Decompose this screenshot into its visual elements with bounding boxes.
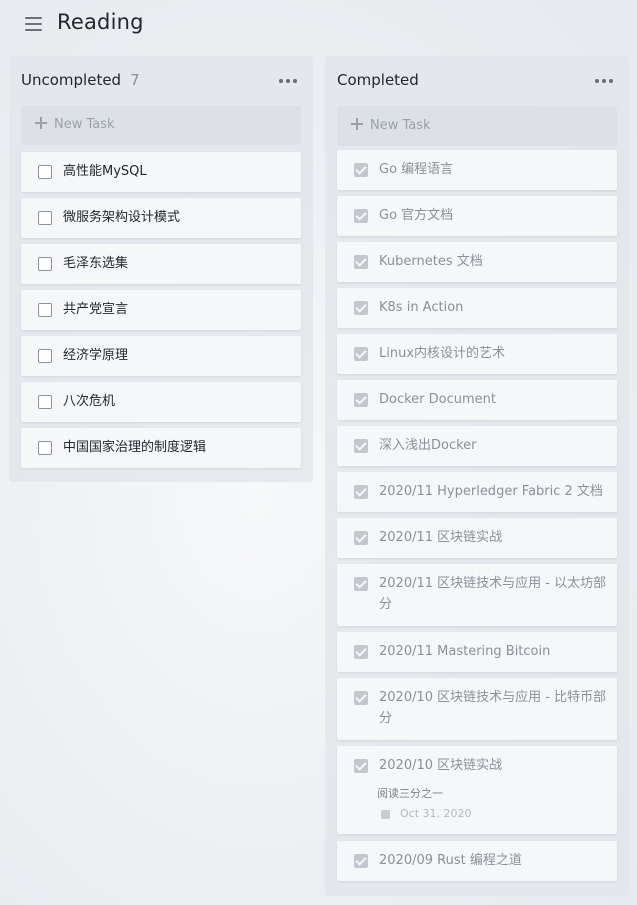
new-task-input[interactable]: New Task: [337, 106, 617, 146]
task-checkbox-checked[interactable]: [354, 691, 368, 705]
task-checkbox[interactable]: [38, 303, 52, 317]
task-title: 经济学原理: [63, 348, 129, 363]
task-card[interactable]: Docker Document: [337, 380, 617, 420]
task-checkbox-checked[interactable]: [354, 645, 368, 659]
new-task-input[interactable]: New Task: [21, 106, 301, 145]
column-header: Completed: [337, 71, 419, 91]
task-card[interactable]: Kubernetes 文档: [337, 242, 617, 282]
task-card[interactable]: 八次危机: [21, 382, 301, 422]
task-title: 高性能MySQL: [63, 164, 147, 179]
task-checkbox-checked[interactable]: [354, 531, 368, 545]
task-title: 八次危机: [63, 394, 116, 409]
task-checkbox-checked[interactable]: [354, 759, 368, 773]
task-checkbox[interactable]: [38, 441, 52, 455]
task-title: 中国国家治理的制度逻辑: [63, 440, 207, 455]
task-checkbox[interactable]: [38, 257, 52, 271]
hamburger-menu-icon[interactable]: [25, 16, 42, 32]
plus-icon: [351, 118, 363, 130]
column-uncompleted: Uncompleted 7 New Task 高性能MySQL 微服务架构设计模式…: [9, 56, 313, 482]
task-checkbox[interactable]: [38, 349, 52, 363]
task-card[interactable]: 2020/10 区块链实战 阅读三分之一 Oct 31, 2020: [337, 746, 617, 834]
new-task-placeholder: New Task: [370, 118, 431, 133]
task-title: 深入浅出Docker: [379, 438, 477, 453]
task-card[interactable]: 中国国家治理的制度逻辑: [21, 428, 301, 468]
task-title: Linux内核设计的艺术: [379, 346, 506, 361]
task-card[interactable]: K8s in Action: [337, 288, 617, 328]
task-card[interactable]: 2020/11 区块链实战: [337, 518, 617, 558]
task-checkbox[interactable]: [38, 165, 52, 179]
task-title: 2020/11 Hyperledger Fabric 2 文档: [379, 484, 603, 499]
column-header: Uncompleted 7: [21, 71, 140, 91]
task-card[interactable]: 2020/11 Hyperledger Fabric 2 文档: [337, 472, 617, 512]
more-options-icon[interactable]: [279, 79, 297, 83]
task-card[interactable]: Linux内核设计的艺术: [337, 334, 617, 374]
task-card[interactable]: 深入浅出Docker: [337, 426, 617, 466]
new-task-placeholder: New Task: [54, 117, 115, 132]
task-checkbox-checked[interactable]: [354, 209, 368, 223]
task-checkbox-checked[interactable]: [354, 485, 368, 499]
task-title: Docker Document: [379, 392, 496, 407]
task-card[interactable]: Go 官方文档: [337, 196, 617, 236]
task-checkbox[interactable]: [38, 211, 52, 225]
task-checkbox-checked[interactable]: [354, 854, 368, 868]
task-checkbox[interactable]: [38, 395, 52, 409]
task-checkbox-checked[interactable]: [354, 163, 368, 177]
task-card[interactable]: 共产党宣言: [21, 290, 301, 330]
task-card[interactable]: 2020/09 Rust 编程之道: [337, 841, 617, 881]
task-card[interactable]: 毛泽东选集: [21, 244, 301, 284]
task-title: Go 官方文档: [379, 208, 454, 223]
task-checkbox-checked[interactable]: [354, 577, 368, 591]
page-title: Reading: [57, 10, 144, 34]
task-title: 2020/11 Mastering Bitcoin: [379, 644, 551, 659]
column-title: Completed: [337, 71, 419, 89]
task-card[interactable]: 微服务架构设计模式: [21, 198, 301, 238]
column-completed: Completed New Task Go 编程语言 Go 官方文档 Kuber…: [325, 56, 629, 896]
task-title: Kubernetes 文档: [379, 254, 483, 269]
task-title: 2020/10 区块链技术与应用 - 比特币部分: [379, 690, 607, 726]
task-card[interactable]: 高性能MySQL: [21, 152, 301, 192]
task-title: 2020/11 区块链实战: [379, 530, 503, 545]
task-note: 阅读三分之一: [377, 787, 443, 800]
task-title: 2020/09 Rust 编程之道: [379, 853, 522, 868]
task-title: 毛泽东选集: [63, 256, 129, 271]
task-checkbox-checked[interactable]: [354, 439, 368, 453]
column-title: Uncompleted: [21, 71, 122, 89]
top-bar: Reading: [0, 0, 637, 48]
task-checkbox-checked[interactable]: [354, 255, 368, 269]
task-title: Go 编程语言: [379, 162, 454, 177]
task-checkbox-checked[interactable]: [354, 347, 368, 361]
task-title: K8s in Action: [379, 300, 464, 315]
task-card[interactable]: 经济学原理: [21, 336, 301, 376]
task-count: 7: [130, 71, 140, 89]
task-card[interactable]: 2020/11 区块链技术与应用 - 以太坊部分: [337, 564, 617, 626]
task-checkbox-checked[interactable]: [354, 393, 368, 407]
task-date: Oct 31, 2020: [400, 807, 472, 820]
task-title: 2020/10 区块链实战: [379, 758, 503, 773]
calendar-icon: [381, 810, 390, 819]
task-card[interactable]: Go 编程语言: [337, 150, 617, 190]
task-checkbox-checked[interactable]: [354, 301, 368, 315]
task-card[interactable]: 2020/11 Mastering Bitcoin: [337, 632, 617, 672]
task-card[interactable]: 2020/10 区块链技术与应用 - 比特币部分: [337, 678, 617, 740]
task-title: 共产党宣言: [63, 302, 129, 317]
more-options-icon[interactable]: [595, 79, 613, 83]
task-title: 微服务架构设计模式: [63, 210, 181, 225]
plus-icon: [35, 117, 47, 129]
task-title: 2020/11 区块链技术与应用 - 以太坊部分: [379, 576, 607, 612]
